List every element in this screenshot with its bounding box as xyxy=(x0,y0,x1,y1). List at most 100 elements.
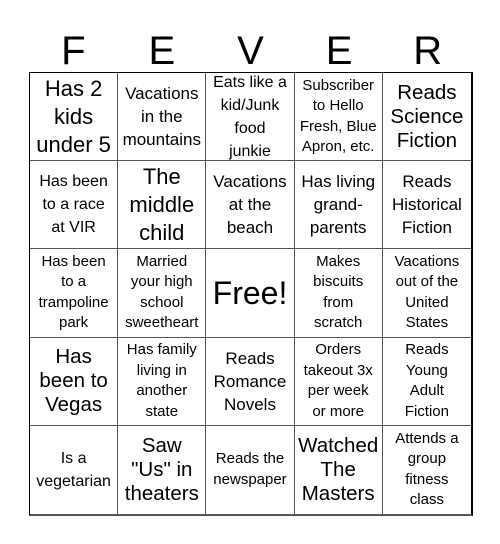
cell-text-line: in the xyxy=(140,107,183,127)
cell-text-line: from xyxy=(323,293,354,311)
bingo-cell[interactable]: Has been to a race at VIR xyxy=(30,161,119,250)
cell-text-line: Fiction xyxy=(401,218,452,238)
bingo-card-grid: Has 2 kids under 5 Vacations in the mountains… xyxy=(29,72,473,516)
cell-text-line: mountains xyxy=(122,130,201,150)
cell-text-line: at the xyxy=(228,195,272,215)
cell-text: Makes biscuits from scratch xyxy=(313,252,363,334)
cell-text-line: Reads xyxy=(225,348,275,368)
cell-text-line: at VIR xyxy=(51,219,96,237)
cell-text-line: junkie xyxy=(229,142,271,160)
bingo-cell[interactable]: Makes biscuits from scratch xyxy=(294,249,383,338)
bingo-cell[interactable]: Reads Young Adult Fiction xyxy=(382,338,471,426)
cell-text-line: The xyxy=(142,163,181,189)
header-letter: R xyxy=(413,29,443,73)
cell-text-line: park xyxy=(58,314,89,332)
free-space-cell[interactable]: Free! xyxy=(206,249,295,338)
cell-text-line: Watched xyxy=(298,433,379,457)
cell-text: Reads Romance Novels xyxy=(214,347,287,416)
cell-text-line: vegetarian xyxy=(36,472,111,490)
bingo-header: F E V E R xyxy=(29,30,472,72)
bingo-cell[interactable]: Has been to a trampoline park xyxy=(30,249,119,338)
bingo-cell[interactable]: Vacations at the beach xyxy=(206,161,295,250)
bingo-cell[interactable]: Reads Romance Novels xyxy=(206,337,295,426)
cell-text-line: class xyxy=(409,491,444,509)
bingo-cell[interactable]: Reads Science Fiction xyxy=(382,73,471,162)
bingo-cell[interactable]: Saw "Us" in theaters xyxy=(118,425,207,514)
cell-text: Vacations at the beach xyxy=(213,170,286,239)
cell-text: Has been to Vegas xyxy=(39,345,107,417)
cell-text-line: state xyxy=(145,402,179,420)
bingo-cell[interactable]: Eats like a kid/Junk food junkie xyxy=(206,73,295,162)
bingo-cell[interactable]: Watched The Masters xyxy=(295,425,383,514)
cell-text-line: Has family xyxy=(126,341,197,359)
cell-text-line: out of the xyxy=(395,273,459,291)
cell-text-line: Vacations xyxy=(394,252,460,270)
bingo-cell[interactable]: Vacations in the mountains xyxy=(118,73,207,162)
cell-text-line: to a race xyxy=(42,196,105,214)
cell-text: Reads Young Adult Fiction xyxy=(405,340,449,422)
cell-text: The middle child xyxy=(129,163,194,247)
cell-text: Has been to a race at VIR xyxy=(39,170,108,239)
cell-text-line: under 5 xyxy=(36,131,111,157)
cell-text: Eats like a kid/Junk food junkie xyxy=(213,73,287,160)
cell-text-line: per week xyxy=(307,382,369,400)
cell-text-line: Vacations xyxy=(213,172,287,192)
cell-text: Watched The Masters xyxy=(298,434,378,506)
cell-text-line: Historical xyxy=(391,195,462,215)
cell-text-line: Has been xyxy=(41,252,106,270)
bingo-cell[interactable]: Married your high school sweetheart xyxy=(118,249,207,338)
cell-text-line: Vacations xyxy=(125,84,199,104)
cell-text: Vacations out of the United States xyxy=(395,252,460,334)
cell-text-line: your high xyxy=(130,273,193,291)
cell-text: Has been to a trampoline park xyxy=(39,252,109,334)
bingo-cell[interactable]: Reads Historical Fiction xyxy=(382,161,471,250)
cell-text-line: Reads xyxy=(402,172,452,192)
cell-text: Reads the newspaper xyxy=(213,449,286,490)
cell-text-line: kid/Junk xyxy=(220,96,280,114)
cell-text-line: middle xyxy=(129,191,195,217)
cell-text-line: food xyxy=(234,119,266,137)
cell-text-line: Science xyxy=(390,104,464,128)
cell-text-line: grand- xyxy=(313,195,363,215)
cell-text-line: Fresh, Blue xyxy=(299,117,377,135)
cell-text: Attends a group fitness class xyxy=(395,429,458,511)
cell-text-line: scratch xyxy=(314,314,363,332)
cell-text-line: United xyxy=(405,293,449,311)
cell-text-line: living in xyxy=(136,361,187,379)
cell-text-line: Has living xyxy=(301,172,376,192)
cell-text-line: Married xyxy=(136,252,188,270)
cell-text-line: been to xyxy=(39,369,108,393)
cell-text-line: kids xyxy=(54,103,94,129)
bingo-cell[interactable]: Attends a group fitness class xyxy=(383,426,471,514)
cell-text-line: Makes xyxy=(316,252,361,270)
bingo-cell[interactable]: Has family living in another state xyxy=(118,337,207,426)
bingo-cell[interactable]: Reads the newspaper xyxy=(206,425,295,514)
cell-text-line: Reads xyxy=(405,341,449,359)
cell-text-line: newspaper xyxy=(213,470,287,488)
bingo-cell[interactable]: Orders takeout 3x per week or more xyxy=(294,337,383,426)
cell-text: Subscriber to Hello Fresh, Blue Apron, etc. xyxy=(300,76,377,158)
cell-text-line: Has xyxy=(55,345,92,369)
cell-text-line: takeout 3x xyxy=(303,361,373,379)
cell-text-line: Apron, etc. xyxy=(301,138,375,156)
bingo-cell[interactable]: Vacations out of the United States xyxy=(382,249,471,338)
cell-text: Is a vegetarian xyxy=(36,447,111,493)
cell-text-line: theaters xyxy=(124,481,199,505)
cell-text-line: Has 2 xyxy=(44,75,103,101)
bingo-cell[interactable]: Has 2 kids under 5 xyxy=(30,73,119,162)
cell-text-line: States xyxy=(405,314,449,332)
bingo-cell[interactable]: Has living grand-parents xyxy=(294,161,383,250)
cell-text-line: Young xyxy=(405,361,448,379)
cell-text-line: Attends a xyxy=(395,429,459,447)
bingo-cell[interactable]: The middle child xyxy=(118,161,207,250)
cell-text-line: trampoline xyxy=(38,293,109,311)
cell-text-line: Eats like a xyxy=(213,73,287,91)
cell-text-line: Is a xyxy=(60,449,87,467)
cell-text-line: fitness xyxy=(405,470,449,488)
bingo-cell[interactable]: Subscriber to Hello Fresh, Blue Apron, etc. xyxy=(294,73,383,162)
bingo-cell[interactable]: Has been to Vegas xyxy=(30,337,119,426)
bingo-cell[interactable]: Is a vegetarian xyxy=(30,425,119,514)
cell-text-line: child xyxy=(139,219,185,245)
cell-text: Has 2 kids under 5 xyxy=(36,75,111,159)
cell-text-line: Fiction xyxy=(396,128,458,152)
